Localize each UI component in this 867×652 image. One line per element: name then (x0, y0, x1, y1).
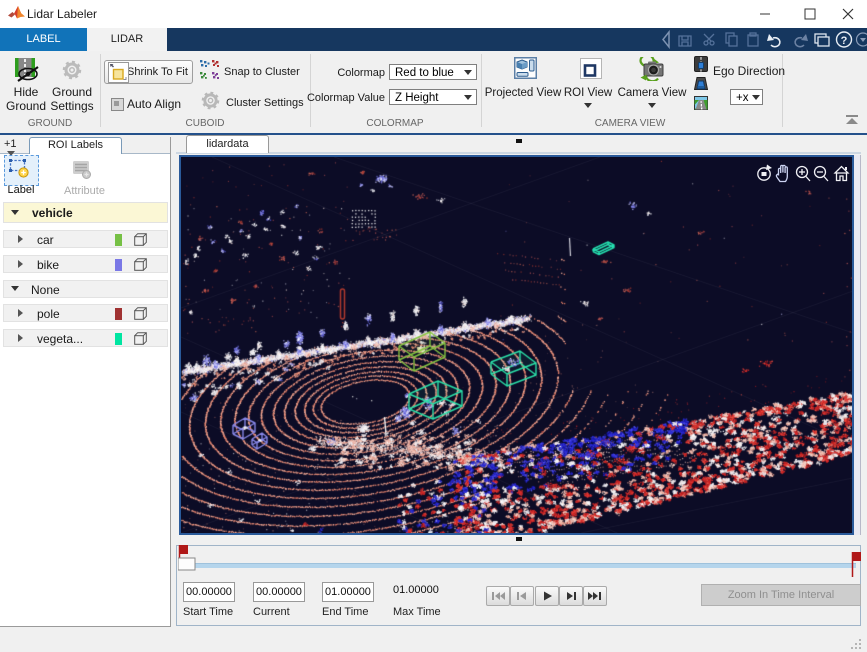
svg-text:?: ? (841, 35, 848, 47)
